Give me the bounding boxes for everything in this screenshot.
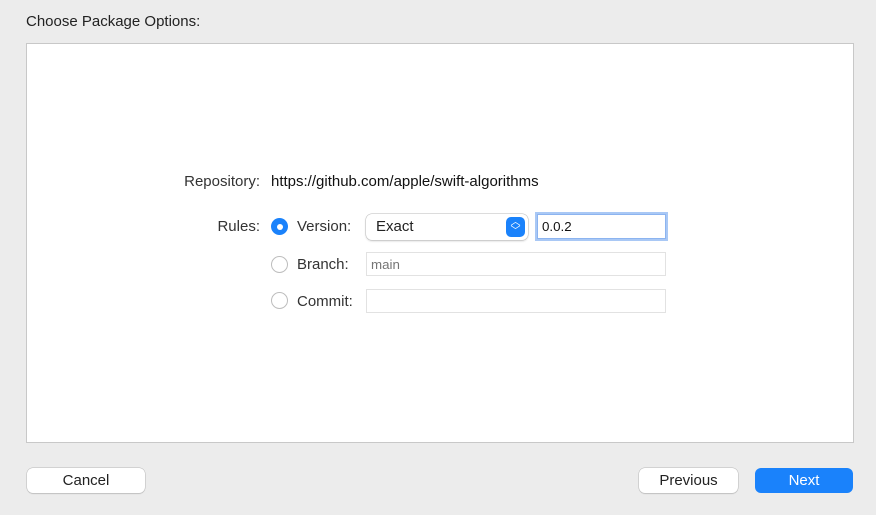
rules-label: Rules: xyxy=(217,218,260,235)
options-panel xyxy=(26,43,854,443)
branch-radio[interactable] xyxy=(271,256,288,273)
up-down-chevron-icon: ︿ ﹀ xyxy=(506,217,525,237)
branch-input[interactable] xyxy=(366,252,666,276)
commit-radio[interactable] xyxy=(271,292,288,309)
version-radio[interactable] xyxy=(271,218,288,235)
previous-button[interactable]: Previous xyxy=(639,468,738,493)
repository-label: Repository: xyxy=(184,173,260,190)
repository-url: https://github.com/apple/swift-algorithm… xyxy=(271,173,539,190)
dialog-title: Choose Package Options: xyxy=(26,13,201,30)
version-rule-select[interactable]: Exact ︿ ﹀ xyxy=(366,214,528,240)
commit-input[interactable] xyxy=(366,289,666,313)
branch-label: Branch: xyxy=(297,256,349,273)
version-input[interactable] xyxy=(537,214,666,239)
commit-label: Commit: xyxy=(297,293,353,310)
cancel-button[interactable]: Cancel xyxy=(27,468,145,493)
version-label: Version: xyxy=(297,218,352,235)
next-button[interactable]: Next xyxy=(755,468,853,493)
version-rule-value: Exact xyxy=(376,218,414,235)
